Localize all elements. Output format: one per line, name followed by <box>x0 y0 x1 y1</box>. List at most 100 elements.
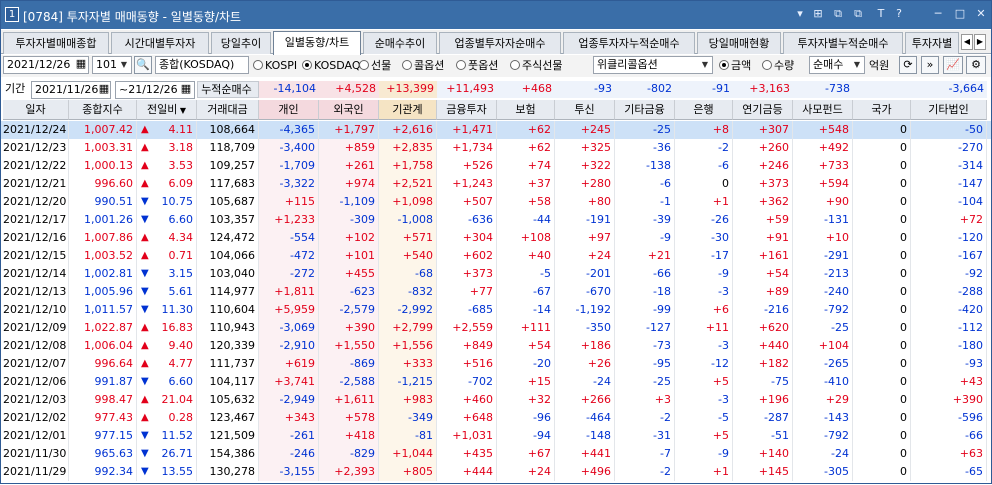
column-header[interactable]: 기타금융 <box>615 100 675 120</box>
help-icon[interactable]: ? <box>892 6 906 22</box>
radio-kospi[interactable]: KOSPI <box>253 58 297 74</box>
column-header[interactable]: 종합지수 <box>69 100 137 120</box>
investor-value-cell: 0 <box>853 193 911 211</box>
option-select[interactable]: 위클리콜옵션 ▼ <box>593 56 713 74</box>
table-row[interactable]: 2021/12/07 996.64 ▲ 4.77 111,737 +619 -869 +333… <box>1 355 991 373</box>
calendar-icon[interactable]: ▦ <box>178 81 194 99</box>
copy-icon[interactable]: ⧉ <box>851 6 865 22</box>
investor-value-cell: -66 <box>615 265 675 283</box>
tab-sector-investor-net[interactable]: 업종별투자자순매수 <box>439 32 561 54</box>
table-row[interactable]: 2021/12/13 1,005.96 ▼ 5.61 114,977 +1,811 -623… <box>1 283 991 301</box>
sort-dropdown-icon[interactable]: ▼ <box>177 106 186 115</box>
tab-intraday-trend[interactable]: 당일추이 <box>211 32 271 54</box>
table-row[interactable]: 2021/12/17 1,001.26 ▼ 6.60 103,357 +1,233 -309… <box>1 211 991 229</box>
up-arrow-icon: ▲ <box>141 340 149 351</box>
tab-investor-more[interactable]: 투자자별 <box>905 32 959 54</box>
table-row[interactable]: 2021/12/08 1,006.04 ▲ 9.40 120,339 -2,910 +1,5… <box>1 337 991 355</box>
column-header[interactable]: 기타법인 <box>911 100 987 120</box>
investor-value-cell: 0 <box>853 463 911 481</box>
investor-value-cell: +62 <box>497 139 555 157</box>
radio-stock-futures[interactable]: 주식선물 <box>510 58 562 74</box>
table-row[interactable]: 2021/12/16 1,007.86 ▲ 4.34 124,472 -554 +102 +5… <box>1 229 991 247</box>
tab-investor-summary[interactable]: 투자자별매매종합 <box>3 32 109 54</box>
column-header[interactable]: 외국인 <box>319 100 379 120</box>
close-icon[interactable]: ✕ <box>974 6 988 22</box>
dropdown-icon[interactable]: ▾ <box>793 6 807 22</box>
investor-value-cell: -265 <box>793 355 853 373</box>
column-header[interactable]: 일자 <box>3 100 69 120</box>
refresh-icon[interactable]: ⟳ <box>899 56 917 74</box>
table-row[interactable]: 2021/12/21 996.60 ▲ 6.09 117,683 -3,322 +974 +2… <box>1 175 991 193</box>
column-header[interactable]: 투신 <box>555 100 615 120</box>
column-header[interactable]: 은행 <box>675 100 733 120</box>
radio-label: 선물 <box>371 59 392 72</box>
table-row[interactable]: 2021/12/09 1,022.87 ▲ 16.83 110,943 -3,069 +39… <box>1 319 991 337</box>
tab-sector-cumulative[interactable]: 업종투자자누적순매수 <box>563 32 695 54</box>
investor-value-cell: +322 <box>555 157 615 175</box>
investor-value-cell: -2,910 <box>259 337 319 355</box>
table-row[interactable]: 2021/12/24 1,007.42 ▲ 4.11 108,664 -4,365 +1,7… <box>1 121 991 139</box>
column-header[interactable]: 국가 <box>853 100 911 120</box>
link-icon[interactable]: ⧉ <box>831 6 845 22</box>
chart-icon[interactable]: 📈 <box>943 56 963 74</box>
investor-value-cell: 0 <box>853 391 911 409</box>
column-header[interactable]: 전일비 ▼ <box>137 100 197 120</box>
font-icon[interactable]: T <box>874 6 888 22</box>
radio-put-option[interactable]: 풋옵션 <box>456 58 498 74</box>
next-icon[interactable]: » <box>921 56 939 74</box>
code-field[interactable]: 101 ▼ <box>92 56 132 74</box>
table-row[interactable]: 2021/12/03 998.47 ▲ 21.04 105,632 -2,949 +1,61… <box>1 391 991 409</box>
investor-value-cell: +1,044 <box>379 445 437 463</box>
column-header[interactable]: 연기금등 <box>733 100 793 120</box>
table-row[interactable]: 2021/12/01 977.15 ▼ 11.52 121,509 -261 +418 -81… <box>1 427 991 445</box>
layout-icon[interactable]: ⊞ <box>811 6 825 22</box>
radio-quantity[interactable]: 수량 <box>762 58 794 74</box>
table-row[interactable]: 2021/12/22 1,000.13 ▲ 3.53 109,257 -1,709 +261… <box>1 157 991 175</box>
tab-daily-trend-chart[interactable]: 일별동향/차트 <box>273 31 361 55</box>
column-header[interactable]: 거래대금 <box>197 100 259 120</box>
chevron-down-icon[interactable]: ▼ <box>699 58 711 72</box>
calendar-icon[interactable]: ▦ <box>73 56 89 74</box>
table-row[interactable]: 2021/11/30 965.63 ▼ 26.71 154,386 -246 -829 +1,… <box>1 445 991 463</box>
investor-value-cell: +1,797 <box>319 121 379 139</box>
radio-futures[interactable]: 선물 <box>359 58 391 74</box>
table-row[interactable]: 2021/12/15 1,003.52 ▲ 0.71 104,066 -472 +101 +5… <box>1 247 991 265</box>
tab-net-buy-trend[interactable]: 순매수추이 <box>363 32 437 54</box>
column-header[interactable]: 보험 <box>497 100 555 120</box>
window-number-badge[interactable]: 1 <box>5 7 19 22</box>
table-row[interactable]: 2021/12/14 1,002.81 ▼ 3.15 103,040 -272 +455 -6… <box>1 265 991 283</box>
column-header[interactable]: 금융투자 <box>437 100 497 120</box>
change-value: 3.15 <box>168 267 194 280</box>
maximize-icon[interactable]: □ <box>953 6 967 22</box>
date-cell: 2021/12/16 <box>3 229 69 247</box>
minimize-icon[interactable]: ─ <box>931 6 945 22</box>
radio-call-option[interactable]: 콜옵션 <box>402 58 444 74</box>
tab-scroll-left-icon[interactable]: ◀ <box>961 34 973 50</box>
radio-amount[interactable]: 금액 <box>719 58 751 74</box>
table-row[interactable]: 2021/12/20 990.51 ▼ 10.75 105,687 +115 -1,109 +… <box>1 193 991 211</box>
date-cell: 2021/12/01 <box>3 427 69 445</box>
table-row[interactable]: 2021/12/02 977.43 ▲ 0.28 123,467 +343 +578 -349… <box>1 409 991 427</box>
investor-value-cell: 0 <box>853 247 911 265</box>
column-header[interactable]: 기관계 <box>379 100 437 120</box>
table-row[interactable]: 2021/12/06 991.87 ▼ 6.60 104,117 +3,741 -2,588… <box>1 373 991 391</box>
radio-kosdaq[interactable]: KOSDAQ <box>302 58 361 74</box>
table-row[interactable]: 2021/12/10 1,011.57 ▼ 11.30 110,604 +5,959 -2,… <box>1 301 991 319</box>
column-header[interactable]: 사모펀드 <box>793 100 853 120</box>
tab-scroll-right-icon[interactable]: ▶ <box>974 34 986 50</box>
tab-bar: 투자자별매매종합 시간대별투자자 당일추이 일별동향/차트 순매수추이 업종별투… <box>1 30 991 55</box>
cumulative-value: -3,664 <box>911 81 987 98</box>
table-row[interactable]: 2021/11/29 992.34 ▼ 13.55 130,278 -3,155 +2,39… <box>1 463 991 481</box>
tab-today-trading[interactable]: 당일매매현황 <box>697 32 781 54</box>
column-header[interactable]: 개인 <box>259 100 319 120</box>
chevron-down-icon[interactable]: ▼ <box>851 58 863 72</box>
search-icon[interactable]: 🔍 <box>134 56 152 74</box>
order-select[interactable]: 순매수 ▼ <box>809 56 865 74</box>
calendar-icon[interactable]: ▦ <box>96 81 112 99</box>
tab-hourly-investor[interactable]: 시간대별투자자 <box>111 32 209 54</box>
table-row[interactable]: 2021/12/23 1,003.31 ▲ 3.18 118,709 -3,400 +859… <box>1 139 991 157</box>
gear-icon[interactable]: ⚙ <box>966 56 986 74</box>
chevron-down-icon[interactable]: ▼ <box>118 58 130 72</box>
tab-investor-cumulative[interactable]: 투자자별누적순매수 <box>783 32 903 54</box>
order-select-value: 순매수 <box>813 58 844 71</box>
